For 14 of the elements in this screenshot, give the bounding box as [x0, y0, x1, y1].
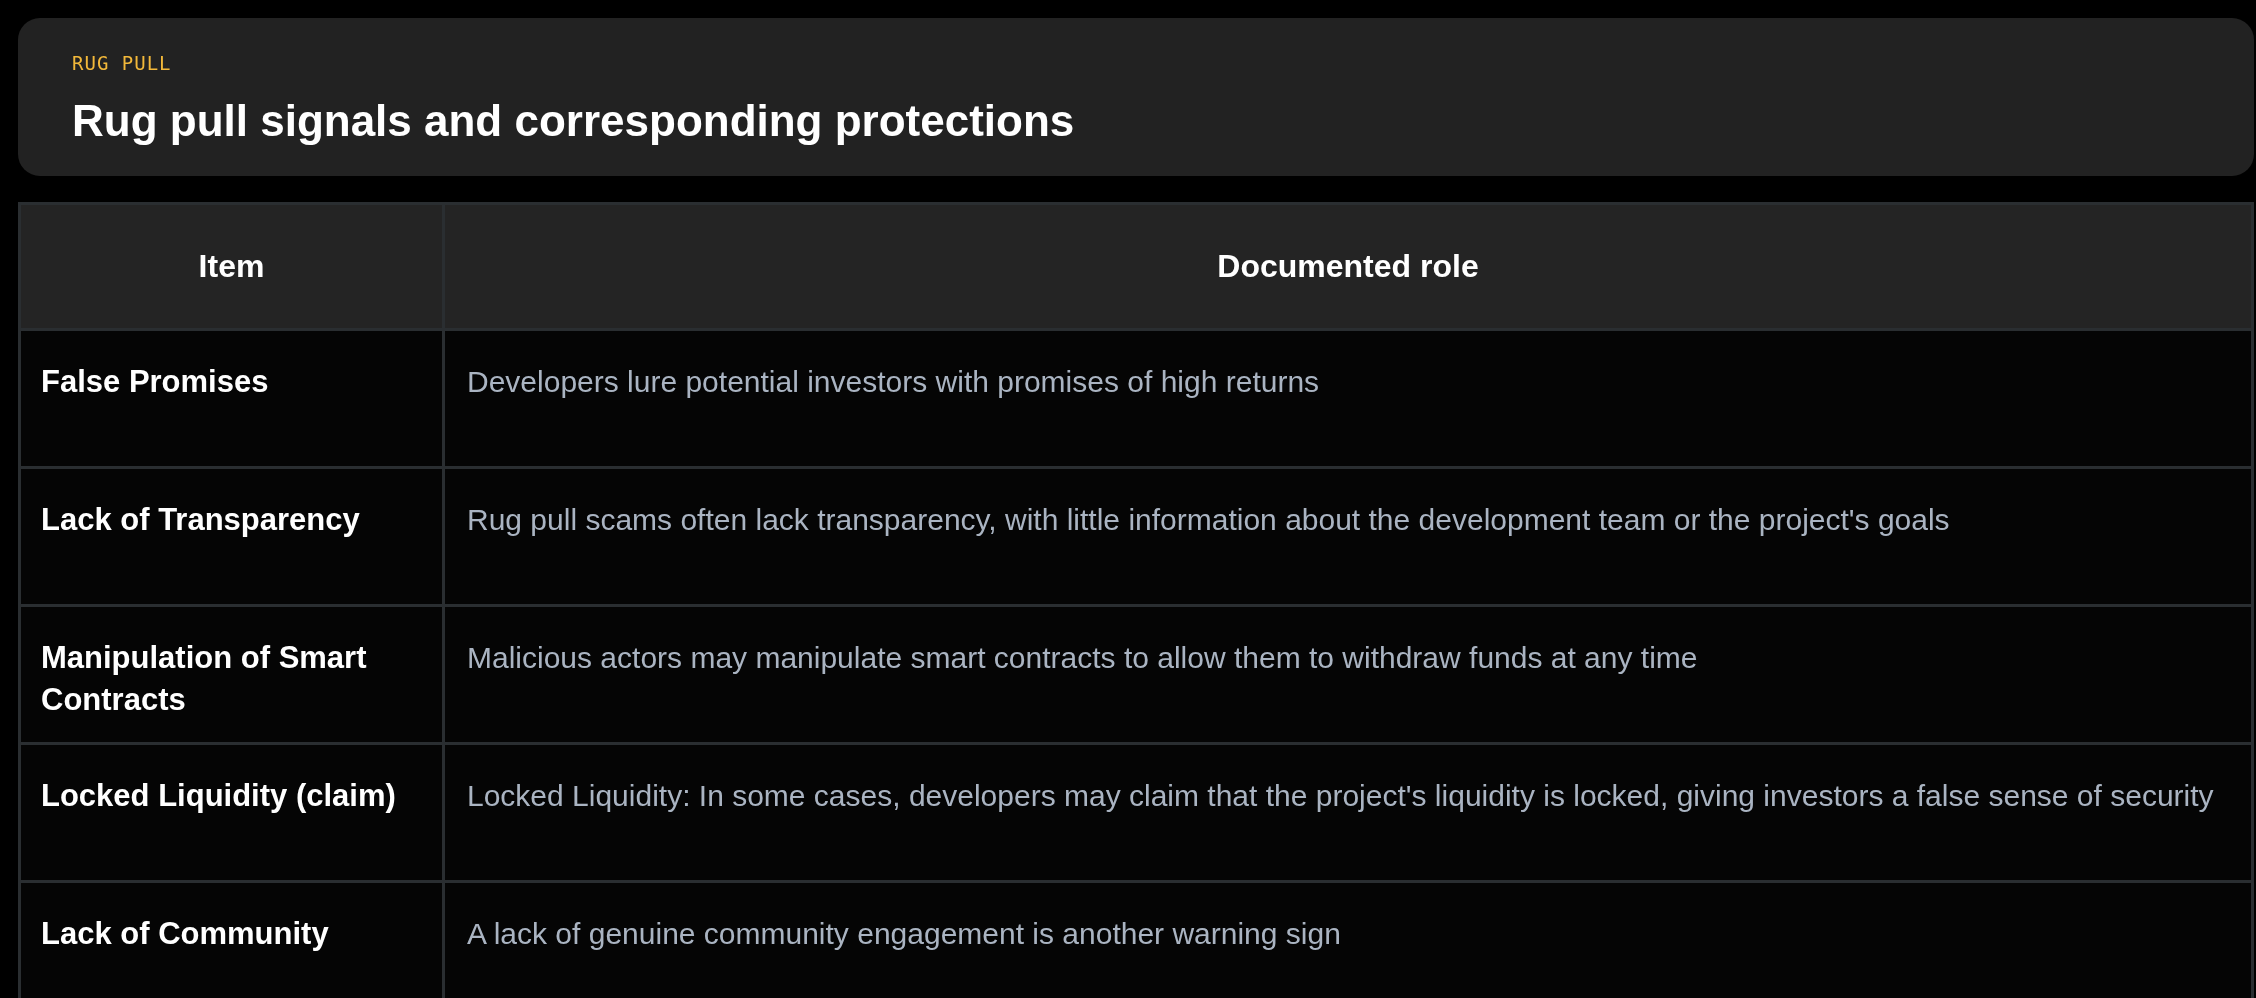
column-header: Item: [19, 203, 444, 330]
section-label: RUG PULL: [72, 52, 173, 74]
role-cell: Rug pull scams often lack transparency, with little information about the development team or the project's goals: [443, 467, 2253, 606]
item-cell: Manipulation of Smart Contracts: [19, 605, 444, 744]
item-cell: False Promises: [19, 329, 444, 468]
item-cell: Locked Liquidity (claim): [19, 743, 444, 882]
item-cell: Lack of Community: [19, 881, 444, 998]
item-cell: Lack of Transparency: [19, 467, 444, 606]
role-cell: A lack of genuine community engagement is another warning sign: [443, 881, 2253, 998]
role-cell: Malicious actors may manipulate smart contracts to allow them to withdraw funds at any time: [443, 605, 2253, 744]
column-header: Documented role: [443, 203, 2253, 330]
role-cell: Locked Liquidity: In some cases, developers may claim that the project's liquidity is locked, giving investors a false sense of security: [443, 743, 2253, 882]
role-cell: Developers lure potential investors with promises of high returns: [443, 329, 2253, 468]
page-title: Rug pull signals and corresponding protections: [72, 96, 1076, 146]
